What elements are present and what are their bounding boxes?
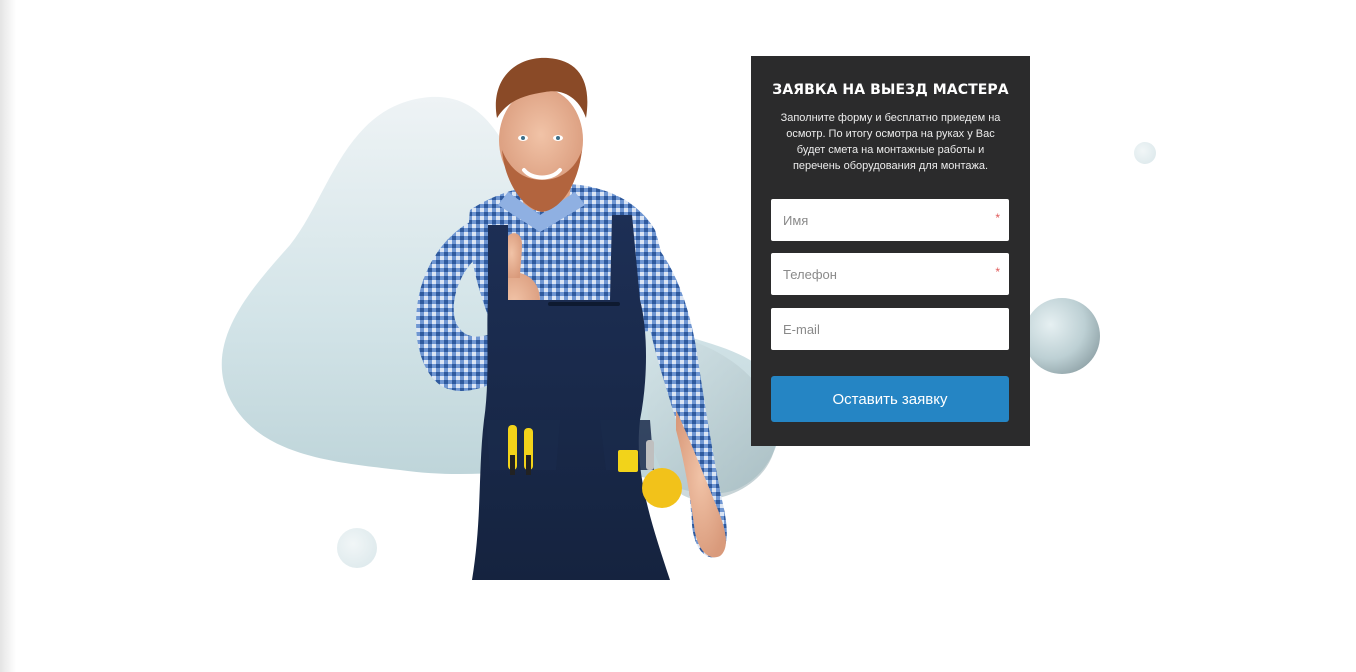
form-title: ЗАЯВКА НА ВЫЕЗД МАСТЕРА — [772, 82, 1009, 98]
decor-ball-small-right — [1134, 142, 1156, 164]
request-page: ЗАЯВКА НА ВЫЕЗД МАСТЕРА Заполните форму … — [0, 0, 1356, 672]
phone-input[interactable] — [771, 253, 1009, 295]
service-request-form: ЗАЯВКА НА ВЫЕЗД МАСТЕРА Заполните форму … — [751, 56, 1030, 446]
submit-request-button[interactable]: Оставить заявку — [771, 376, 1009, 422]
name-required-marker: * — [995, 211, 1000, 225]
phone-required-marker: * — [995, 265, 1000, 279]
hero-illustration — [221, 57, 1156, 580]
email-input[interactable] — [771, 308, 1009, 350]
phone-field: * — [771, 253, 1009, 295]
name-field: * — [771, 199, 1009, 241]
email-field — [771, 308, 1009, 350]
form-description: Заполните форму и бесплатно приедем на о… — [780, 112, 1001, 172]
decor-ball-large — [1024, 298, 1100, 374]
name-input[interactable] — [771, 199, 1009, 241]
decor-ball-small-left — [337, 528, 377, 568]
